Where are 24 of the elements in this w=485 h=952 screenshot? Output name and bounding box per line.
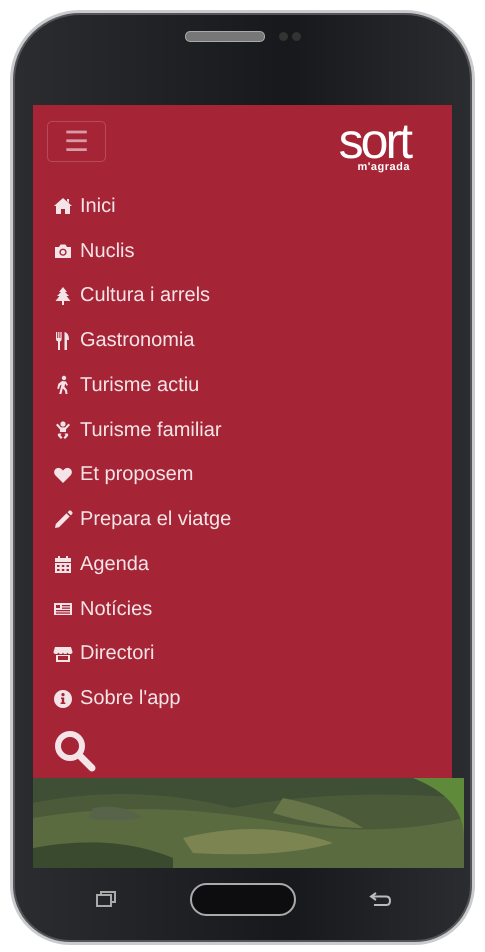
menu-item[interactable]: Gastronomia [53, 318, 194, 363]
menu-item[interactable]: Notícies [53, 586, 152, 632]
menu-item[interactable]: Prepara el viatge [53, 497, 232, 542]
menu-item[interactable]: Et proposem [53, 452, 194, 498]
menu-item[interactable]: Directori [53, 632, 154, 676]
camera-dots [278, 32, 300, 41]
calendar-icon [53, 554, 73, 574]
back-icon[interactable] [368, 891, 392, 907]
search-icon[interactable] [53, 729, 97, 773]
tree-icon [53, 286, 73, 306]
recent-apps-icon[interactable] [95, 890, 117, 908]
menu-item[interactable]: Sobre l'app [53, 676, 181, 721]
menu-button[interactable]: ☰ [47, 121, 106, 162]
menu-item[interactable]: Turisme familiar [53, 408, 222, 452]
menu-item[interactable]: Turisme actiu [53, 363, 200, 408]
menu-item[interactable]: Agenda [53, 542, 149, 587]
menu-item[interactable]: Nuclis [53, 228, 134, 274]
menu-item[interactable]: Inici [53, 184, 116, 229]
home-button[interactable] [190, 882, 296, 916]
home-icon [53, 196, 73, 216]
info-icon [53, 688, 73, 709]
baby-icon [53, 420, 73, 440]
menu-item[interactable]: Cultura i arrels [53, 274, 210, 318]
pencil-icon [53, 510, 73, 530]
